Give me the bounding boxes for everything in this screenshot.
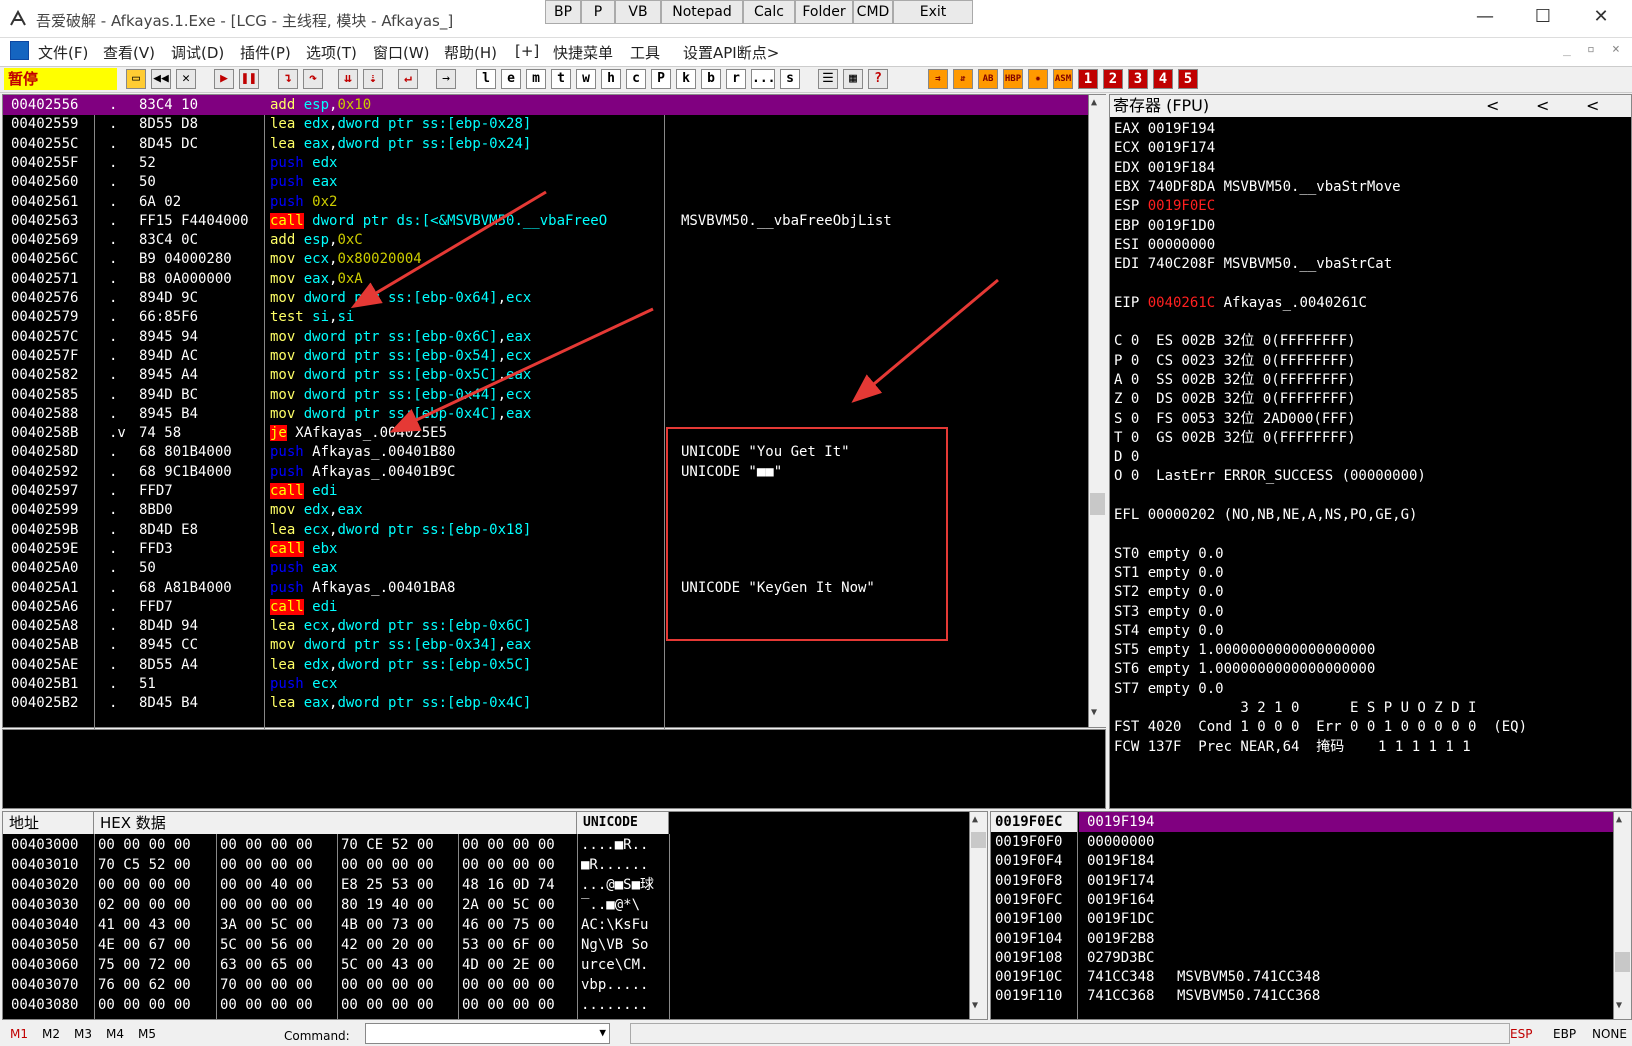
status-none[interactable]: NONE [1592, 1027, 1627, 1041]
status-esp[interactable]: ESP [1510, 1027, 1532, 1041]
mark-m5[interactable]: M5 [138, 1027, 156, 1041]
mark-m2[interactable]: M2 [42, 1027, 60, 1041]
mark-m1[interactable]: M1 [10, 1027, 28, 1041]
status-ebp[interactable]: EBP [1553, 1027, 1576, 1041]
mark-m4[interactable]: M4 [106, 1027, 124, 1041]
annotation-arrows [350, 190, 999, 433]
chevron-down-icon[interactable]: ▼ [599, 1026, 606, 1039]
arrow-3 [851, 278, 999, 403]
mark-m3[interactable]: M3 [74, 1027, 92, 1041]
command-input[interactable]: ▼ [365, 1023, 610, 1044]
arrow-1 [350, 190, 547, 309]
command-info-field [630, 1023, 1510, 1044]
arrow-2 [389, 307, 654, 433]
command-label: Command: [284, 1029, 350, 1043]
